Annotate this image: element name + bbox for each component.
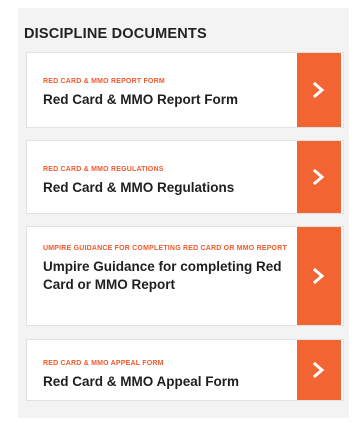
document-card-umpire-guidance[interactable]: UMPIRE GUIDANCE FOR COMPLETING RED CARD … [26, 226, 344, 326]
open-document-button[interactable] [297, 141, 341, 213]
document-card-red-card-mmo-regulations[interactable]: RED CARD & MMO REGULATIONS Red Card & MM… [26, 140, 344, 214]
card-eyebrow: UMPIRE GUIDANCE FOR COMPLETING RED CARD … [43, 245, 287, 252]
document-card-red-card-mmo-appeal-form[interactable]: RED CARD & MMO APPEAL FORM Red Card & MM… [26, 339, 344, 401]
card-text: UMPIRE GUIDANCE FOR COMPLETING RED CARD … [43, 244, 287, 294]
card-eyebrow: RED CARD & MMO REGULATIONS [43, 166, 164, 173]
open-document-button[interactable] [297, 227, 341, 325]
card-title[interactable]: Red Card & MMO Report Form [43, 91, 287, 109]
card-title[interactable]: Red Card & MMO Regulations [43, 179, 287, 197]
document-card-red-card-mmo-report-form[interactable]: RED CARD & MMO REPORT FORM Red Card & MM… [26, 52, 344, 128]
card-title[interactable]: Red Card & MMO Appeal Form [43, 373, 287, 391]
card-text: RED CARD & MMO REPORT FORM Red Card & MM… [43, 77, 287, 109]
chevron-right-icon [312, 169, 325, 185]
card-eyebrow: RED CARD & MMO APPEAL FORM [43, 360, 164, 367]
card-title[interactable]: Umpire Guidance for completing Red Card … [43, 258, 287, 294]
card-text: RED CARD & MMO APPEAL FORM Red Card & MM… [43, 359, 287, 391]
open-document-button[interactable] [297, 340, 341, 400]
chevron-right-icon [312, 362, 325, 378]
open-document-button[interactable] [297, 53, 341, 127]
section-title: DISCIPLINE DOCUMENTS [24, 26, 207, 42]
chevron-right-icon [312, 268, 325, 284]
card-eyebrow: RED CARD & MMO REPORT FORM [43, 78, 165, 85]
card-text: RED CARD & MMO REGULATIONS Red Card & MM… [43, 165, 287, 197]
chevron-right-icon [312, 82, 325, 98]
